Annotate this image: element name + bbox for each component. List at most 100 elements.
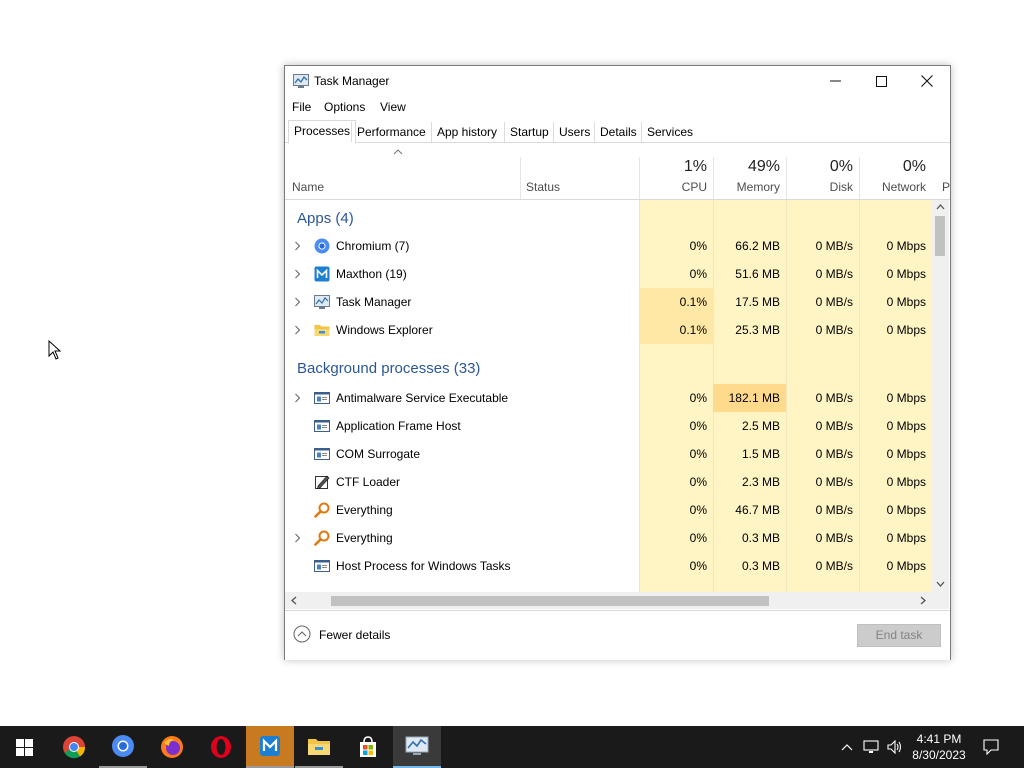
process-row[interactable]: Application Frame Host 0% 2.5 MB 0 MB/s 0 Mb… <box>285 412 932 440</box>
menu-options[interactable]: Options <box>324 100 365 114</box>
everything-icon <box>314 502 330 518</box>
process-network: 0 Mbps <box>886 391 926 405</box>
column-status[interactable]: Status <box>526 180 560 194</box>
process-network: 0 Mbps <box>886 559 926 573</box>
column-network[interactable]: 0% Network <box>859 143 932 199</box>
process-memory: 25.3 MB <box>735 323 780 337</box>
chevron-right-icon[interactable] <box>294 268 301 279</box>
process-row[interactable]: COM Surrogate 0% 1.5 MB 0 MB/s 0 Mbps <box>285 440 932 468</box>
service-icon <box>314 418 330 434</box>
maximize-button[interactable] <box>858 66 904 96</box>
process-name: Maxthon (19) <box>336 267 407 281</box>
process-memory: 2.3 MB <box>741 475 780 489</box>
taskbar-chromium[interactable] <box>99 726 147 768</box>
process-row[interactable]: Maxthon (19) 0% 51.6 MB 0 MB/s 0 Mbps <box>285 260 932 288</box>
start-button[interactable] <box>0 726 48 768</box>
service-icon <box>314 390 330 406</box>
minimize-button[interactable] <box>812 66 858 96</box>
chevron-right-icon[interactable] <box>294 296 301 307</box>
process-row[interactable]: Task Manager 0.1% 17.5 MB 0 MB/s 0 Mbps <box>285 288 932 316</box>
scroll-corner <box>932 592 949 609</box>
horizontal-scroll-thumb[interactable] <box>331 596 769 606</box>
scroll-right-icon[interactable] <box>920 596 926 605</box>
process-row[interactable]: CTF Loader 0% 2.3 MB 0 MB/s 0 Mbps <box>285 468 932 496</box>
process-row[interactable]: Host Process for Windows Tasks 0% 0.3 MB 0 … <box>285 552 932 580</box>
ctf-icon <box>314 474 330 490</box>
group-apps: Apps (4) <box>285 204 932 232</box>
show-hidden-icons-button[interactable] <box>838 726 856 768</box>
end-task-button[interactable]: End task <box>857 624 941 647</box>
process-disk: 0 MB/s <box>815 447 853 461</box>
chevron-right-icon[interactable] <box>294 240 301 251</box>
clock[interactable]: 4:41 PM 8/30/2023 <box>900 731 978 763</box>
column-cpu[interactable]: 1% CPU <box>640 143 713 199</box>
chevron-right-icon[interactable] <box>294 324 301 335</box>
task-manager-icon <box>293 74 309 88</box>
process-row[interactable]: Windows Explorer 0.1% 25.3 MB 0 MB/s 0 Mbps <box>285 316 932 344</box>
tab-strip: Processes Performance App history Startu… <box>285 120 950 144</box>
tab-performance[interactable]: Performance <box>351 122 431 142</box>
tab-processes[interactable]: Processes <box>288 120 357 144</box>
process-row[interactable]: Antimalware Service Executable 0% 182.1 MB… <box>285 384 932 412</box>
process-disk: 0 MB/s <box>815 559 853 573</box>
process-name: Antimalware Service Executable <box>336 391 509 405</box>
process-memory: 46.7 MB <box>735 503 780 517</box>
action-center-button[interactable] <box>980 726 1002 768</box>
start-icon <box>15 738 33 756</box>
horizontal-scrollbar[interactable] <box>285 592 932 609</box>
column-divider[interactable] <box>520 157 521 199</box>
taskbar-chrome[interactable] <box>50 726 98 768</box>
process-disk: 0 MB/s <box>815 391 853 405</box>
process-memory: 17.5 MB <box>735 295 780 309</box>
close-button[interactable] <box>904 66 950 96</box>
process-memory: 182.1 MB <box>713 384 786 412</box>
tab-details[interactable]: Details <box>594 122 642 142</box>
chevron-right-icon[interactable] <box>294 392 301 403</box>
tab-users[interactable]: Users <box>553 122 595 142</box>
taskbar-maxthon[interactable] <box>246 726 294 768</box>
scroll-left-icon[interactable] <box>291 596 297 605</box>
process-cpu: 0% <box>689 531 707 545</box>
process-row[interactable]: Chromium (7) 0% 66.2 MB 0 MB/s 0 Mbps <box>285 232 932 260</box>
process-network: 0 Mbps <box>886 267 926 281</box>
menu-view[interactable]: View <box>380 100 406 114</box>
process-row[interactable]: Everything 0% 46.7 MB 0 MB/s 0 Mbps <box>285 496 932 524</box>
column-power-cut[interactable]: P <box>942 180 950 194</box>
process-disk: 0 MB/s <box>815 475 853 489</box>
process-disk: 0 MB/s <box>815 295 853 309</box>
taskbar-opera[interactable] <box>197 726 245 768</box>
chevron-up-icon <box>841 743 853 750</box>
column-name[interactable]: Name <box>292 180 324 194</box>
taskbar-firefox[interactable] <box>148 726 196 768</box>
fewer-details-link[interactable]: Fewer details <box>319 628 390 642</box>
vertical-scroll-thumb[interactable] <box>935 216 945 256</box>
taskbar-task-manager[interactable] <box>393 726 441 768</box>
process-network: 0 Mbps <box>886 531 926 545</box>
chevron-up-circle-icon[interactable] <box>293 625 311 643</box>
process-name: COM Surrogate <box>336 447 421 461</box>
network-tray-button[interactable] <box>860 726 882 768</box>
tab-services[interactable]: Services <box>641 122 698 142</box>
folder-icon <box>314 322 330 338</box>
menu-file[interactable]: File <box>292 100 311 114</box>
column-disk[interactable]: 0% Disk <box>786 143 859 199</box>
chromium-icon <box>314 238 330 254</box>
process-memory: 2.5 MB <box>741 419 780 433</box>
column-memory[interactable]: 49% Memory <box>713 143 786 199</box>
scroll-down-icon[interactable] <box>936 581 945 587</box>
process-network: 0 Mbps <box>886 295 926 309</box>
tab-app-history[interactable]: App history <box>431 122 502 142</box>
process-cpu: 0% <box>689 475 707 489</box>
process-row[interactable]: Everything 0% 0.3 MB 0 MB/s 0 Mbps <box>285 524 932 552</box>
tab-startup[interactable]: Startup <box>504 122 554 142</box>
vertical-scrollbar[interactable] <box>932 200 949 592</box>
chevron-right-icon[interactable] <box>294 532 301 543</box>
title-bar[interactable]: Task Manager <box>285 66 950 96</box>
process-cpu: 0% <box>689 239 707 253</box>
column-header: Name Status 1% CPU 49% Memory 0% Disk 0%… <box>285 143 950 200</box>
scroll-up-icon[interactable] <box>936 204 945 210</box>
taskbar-file-explorer[interactable] <box>295 726 343 768</box>
notification-icon <box>983 739 999 755</box>
taskbar-store[interactable] <box>344 726 392 768</box>
process-name: Windows Explorer <box>336 323 433 337</box>
